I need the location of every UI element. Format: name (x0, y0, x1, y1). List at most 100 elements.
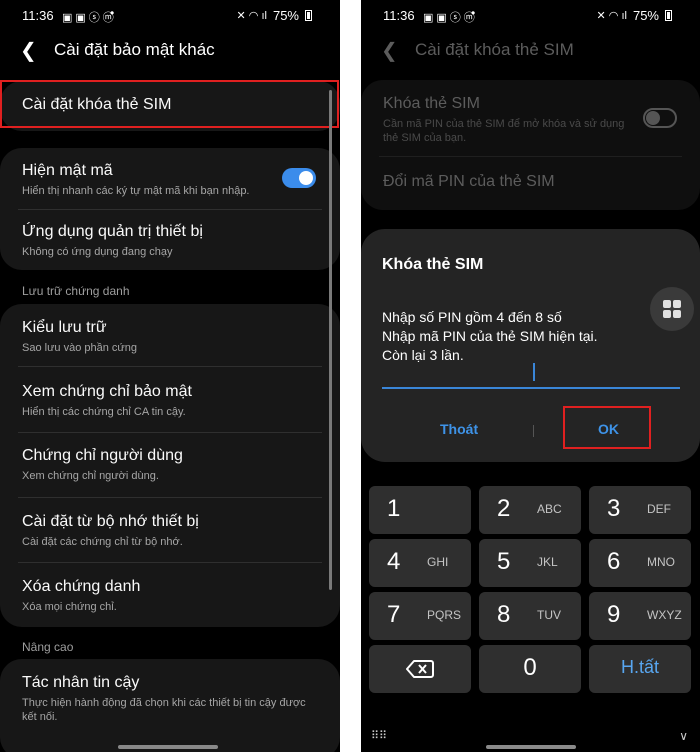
key-letters: GHI (427, 555, 449, 569)
list-item-user-certificates[interactable]: Chứng chỉ người dùng Xem chứng chỉ người… (22, 447, 320, 483)
notification-icons: ▣▣ⓢⓜ (62, 12, 117, 24)
keyboard-icon[interactable]: ⠿⠿ (371, 729, 387, 742)
item-subtitle: Cài đặt các chứng chỉ từ bộ nhớ. (22, 536, 183, 548)
divider (18, 497, 322, 498)
key-3[interactable]: 3 DEF (589, 486, 691, 534)
key-label: H.tất (620, 657, 659, 677)
key-number: 5 (497, 548, 511, 575)
list-item-view-security-certificates[interactable]: Xem chứng chỉ bảo mật Hiển thị các chứng… (22, 383, 320, 419)
item-subtitle: Sao lưu vào phần cứng (22, 342, 138, 354)
item-title: Xem chứng chỉ bảo mật (22, 383, 192, 400)
notification-dot-icon: • (471, 6, 476, 20)
key-number: 0 (523, 654, 537, 681)
key-letters: JKL (537, 555, 558, 569)
key-letters: MNO (647, 555, 675, 569)
key-number: 9 (607, 601, 621, 628)
item-title: Tác nhân tin cậy (22, 674, 140, 691)
cancel-button[interactable]: Thoát (440, 421, 478, 437)
key-2[interactable]: 2 ABC (479, 486, 581, 534)
list-item-device-admin-apps[interactable]: Ứng dụng quản trị thiết bị Không có ứng … (22, 223, 320, 259)
key-4[interactable]: 4 GHI (369, 539, 471, 587)
key-9[interactable]: 9 WXYZ (589, 592, 691, 640)
home-indicator (118, 745, 218, 749)
item-subtitle: Xóa mọi chứng chỉ. (22, 601, 117, 613)
key-number: 2 (497, 495, 511, 522)
list-item-install-from-storage[interactable]: Cài đặt từ bộ nhớ thiết bị Cài đặt các c… (22, 513, 320, 549)
section-header-credential-storage: Lưu trữ chứng danh (22, 284, 130, 298)
battery-percent: 75% (632, 8, 659, 23)
item-subtitle: Thực hiện hành động đã chọn khi các thiế… (22, 697, 306, 723)
key-number: 8 (497, 601, 511, 628)
status-bar: 11:36 ▣▣ⓢⓜ • ✕ ◠ ıl 75% (361, 0, 700, 30)
signal-icons: ✕ ◠ ıl (236, 10, 267, 22)
back-arrow-icon[interactable]: ❮ (20, 38, 40, 63)
item-subtitle: Không có ứng dụng đang chạy (22, 246, 173, 258)
key-number: 6 (607, 548, 621, 575)
item-subtitle: Hiển thị các chứng chỉ CA tin cậy. (22, 406, 186, 418)
pin-input[interactable] (382, 387, 680, 389)
back-arrow-icon[interactable]: ❮ (381, 38, 401, 63)
chevron-down-icon[interactable]: ∨ (679, 729, 688, 743)
page-title: Cài đặt khóa thẻ SIM (415, 40, 574, 59)
key-letters: PQRS (427, 608, 462, 622)
status-right: ✕ ◠ ıl 75% (597, 8, 672, 23)
toggle-knob (299, 171, 313, 185)
key-number: 7 (387, 601, 401, 628)
text-cursor (533, 363, 535, 381)
backspace-key[interactable] (369, 645, 471, 693)
status-bar: 11:36 ▣▣ⓢⓜ • ✕ ◠ ıl 75% (0, 0, 340, 30)
highlight-box (0, 80, 339, 128)
section-header-advanced: Nâng cao (22, 640, 74, 654)
item-title: Đổi mã PIN của thẻ SIM (383, 173, 555, 190)
item-title: Ứng dụng quản trị thiết bị (22, 223, 203, 240)
highlight-box (563, 406, 651, 449)
show-password-toggle[interactable] (282, 168, 316, 188)
status-time: 11:36 (22, 8, 54, 23)
grid-square (663, 300, 671, 308)
grid-square (673, 310, 681, 318)
toggle-knob (646, 111, 660, 125)
item-title: Hiện mật mã (22, 162, 113, 179)
sim-lock-dialog: Khóa thẻ SIM Nhập số PIN gồm 4 đến 8 số … (361, 229, 700, 462)
grid-square (673, 300, 681, 308)
divider (18, 562, 322, 563)
battery-icon (665, 10, 672, 21)
dialog-message-line: Còn lại 3 lần. (382, 347, 464, 363)
app-bar: ❮ Cài đặt bảo mật khác (0, 36, 340, 64)
list-item-show-password[interactable]: Hiện mật mã Hiển thị nhanh các ký tự mật… (22, 162, 320, 198)
scrollbar[interactable] (329, 90, 332, 590)
app-bar: ❮ Cài đặt khóa thẻ SIM (361, 36, 700, 64)
list-item-storage-type[interactable]: Kiểu lưu trữ Sao lưu vào phần cứng (22, 319, 320, 355)
list-item-change-sim-pin[interactable]: Đổi mã PIN của thẻ SIM (383, 173, 680, 191)
key-1[interactable]: 1 (369, 486, 471, 534)
key-0[interactable]: 0 (479, 645, 581, 693)
sim-lock-screen-right: 11:36 ▣▣ⓢⓜ • ✕ ◠ ıl 75% ❮ Cài đặt khóa t… (361, 0, 700, 752)
numeric-keypad: 1 2 ABC 3 DEF 4 GHI 5 JKL 6 MNO 7 PQRS 8 (361, 475, 700, 752)
key-6[interactable]: 6 MNO (589, 539, 691, 587)
settings-screen-left: 11:36 ▣▣ⓢⓜ • ✕ ◠ ıl 75% ❮ Cài đặt bảo mậ… (0, 0, 340, 752)
status-time: 11:36 (383, 8, 415, 23)
key-number: 1 (387, 495, 401, 522)
keyboard-grid-icon[interactable] (650, 287, 694, 331)
key-8[interactable]: 8 TUV (479, 592, 581, 640)
key-number: 4 (387, 548, 401, 575)
notification-dot-icon: • (110, 6, 115, 20)
dialog-message-line: Nhập số PIN gồm 4 đến 8 số (382, 309, 562, 325)
list-item-lock-sim[interactable]: Khóa thẻ SIM Cần mã PIN của thẻ SIM để m… (383, 95, 630, 145)
signal-icons: ✕ ◠ ıl (596, 10, 627, 22)
dialog-title: Khóa thẻ SIM (382, 256, 484, 273)
lock-sim-toggle[interactable] (643, 108, 677, 128)
divider (18, 432, 322, 433)
list-item-clear-credentials[interactable]: Xóa chứng danh Xóa mọi chứng chỉ. (22, 578, 320, 614)
page-title: Cài đặt bảo mật khác (54, 40, 215, 59)
done-key[interactable]: H.tất (589, 645, 691, 693)
list-item-trust-agents[interactable]: Tác nhân tin cậy Thực hiện hành động đã … (22, 674, 314, 724)
divider (379, 156, 682, 157)
status-right: ✕ ◠ ıl 75% (237, 8, 312, 23)
key-7[interactable]: 7 PQRS (369, 592, 471, 640)
grid-square (663, 310, 671, 318)
keyboard-nav-bar: ⠿⠿ ∨ (361, 722, 700, 752)
home-indicator (486, 745, 576, 749)
item-title: Chứng chỉ người dùng (22, 447, 183, 464)
key-5[interactable]: 5 JKL (479, 539, 581, 587)
